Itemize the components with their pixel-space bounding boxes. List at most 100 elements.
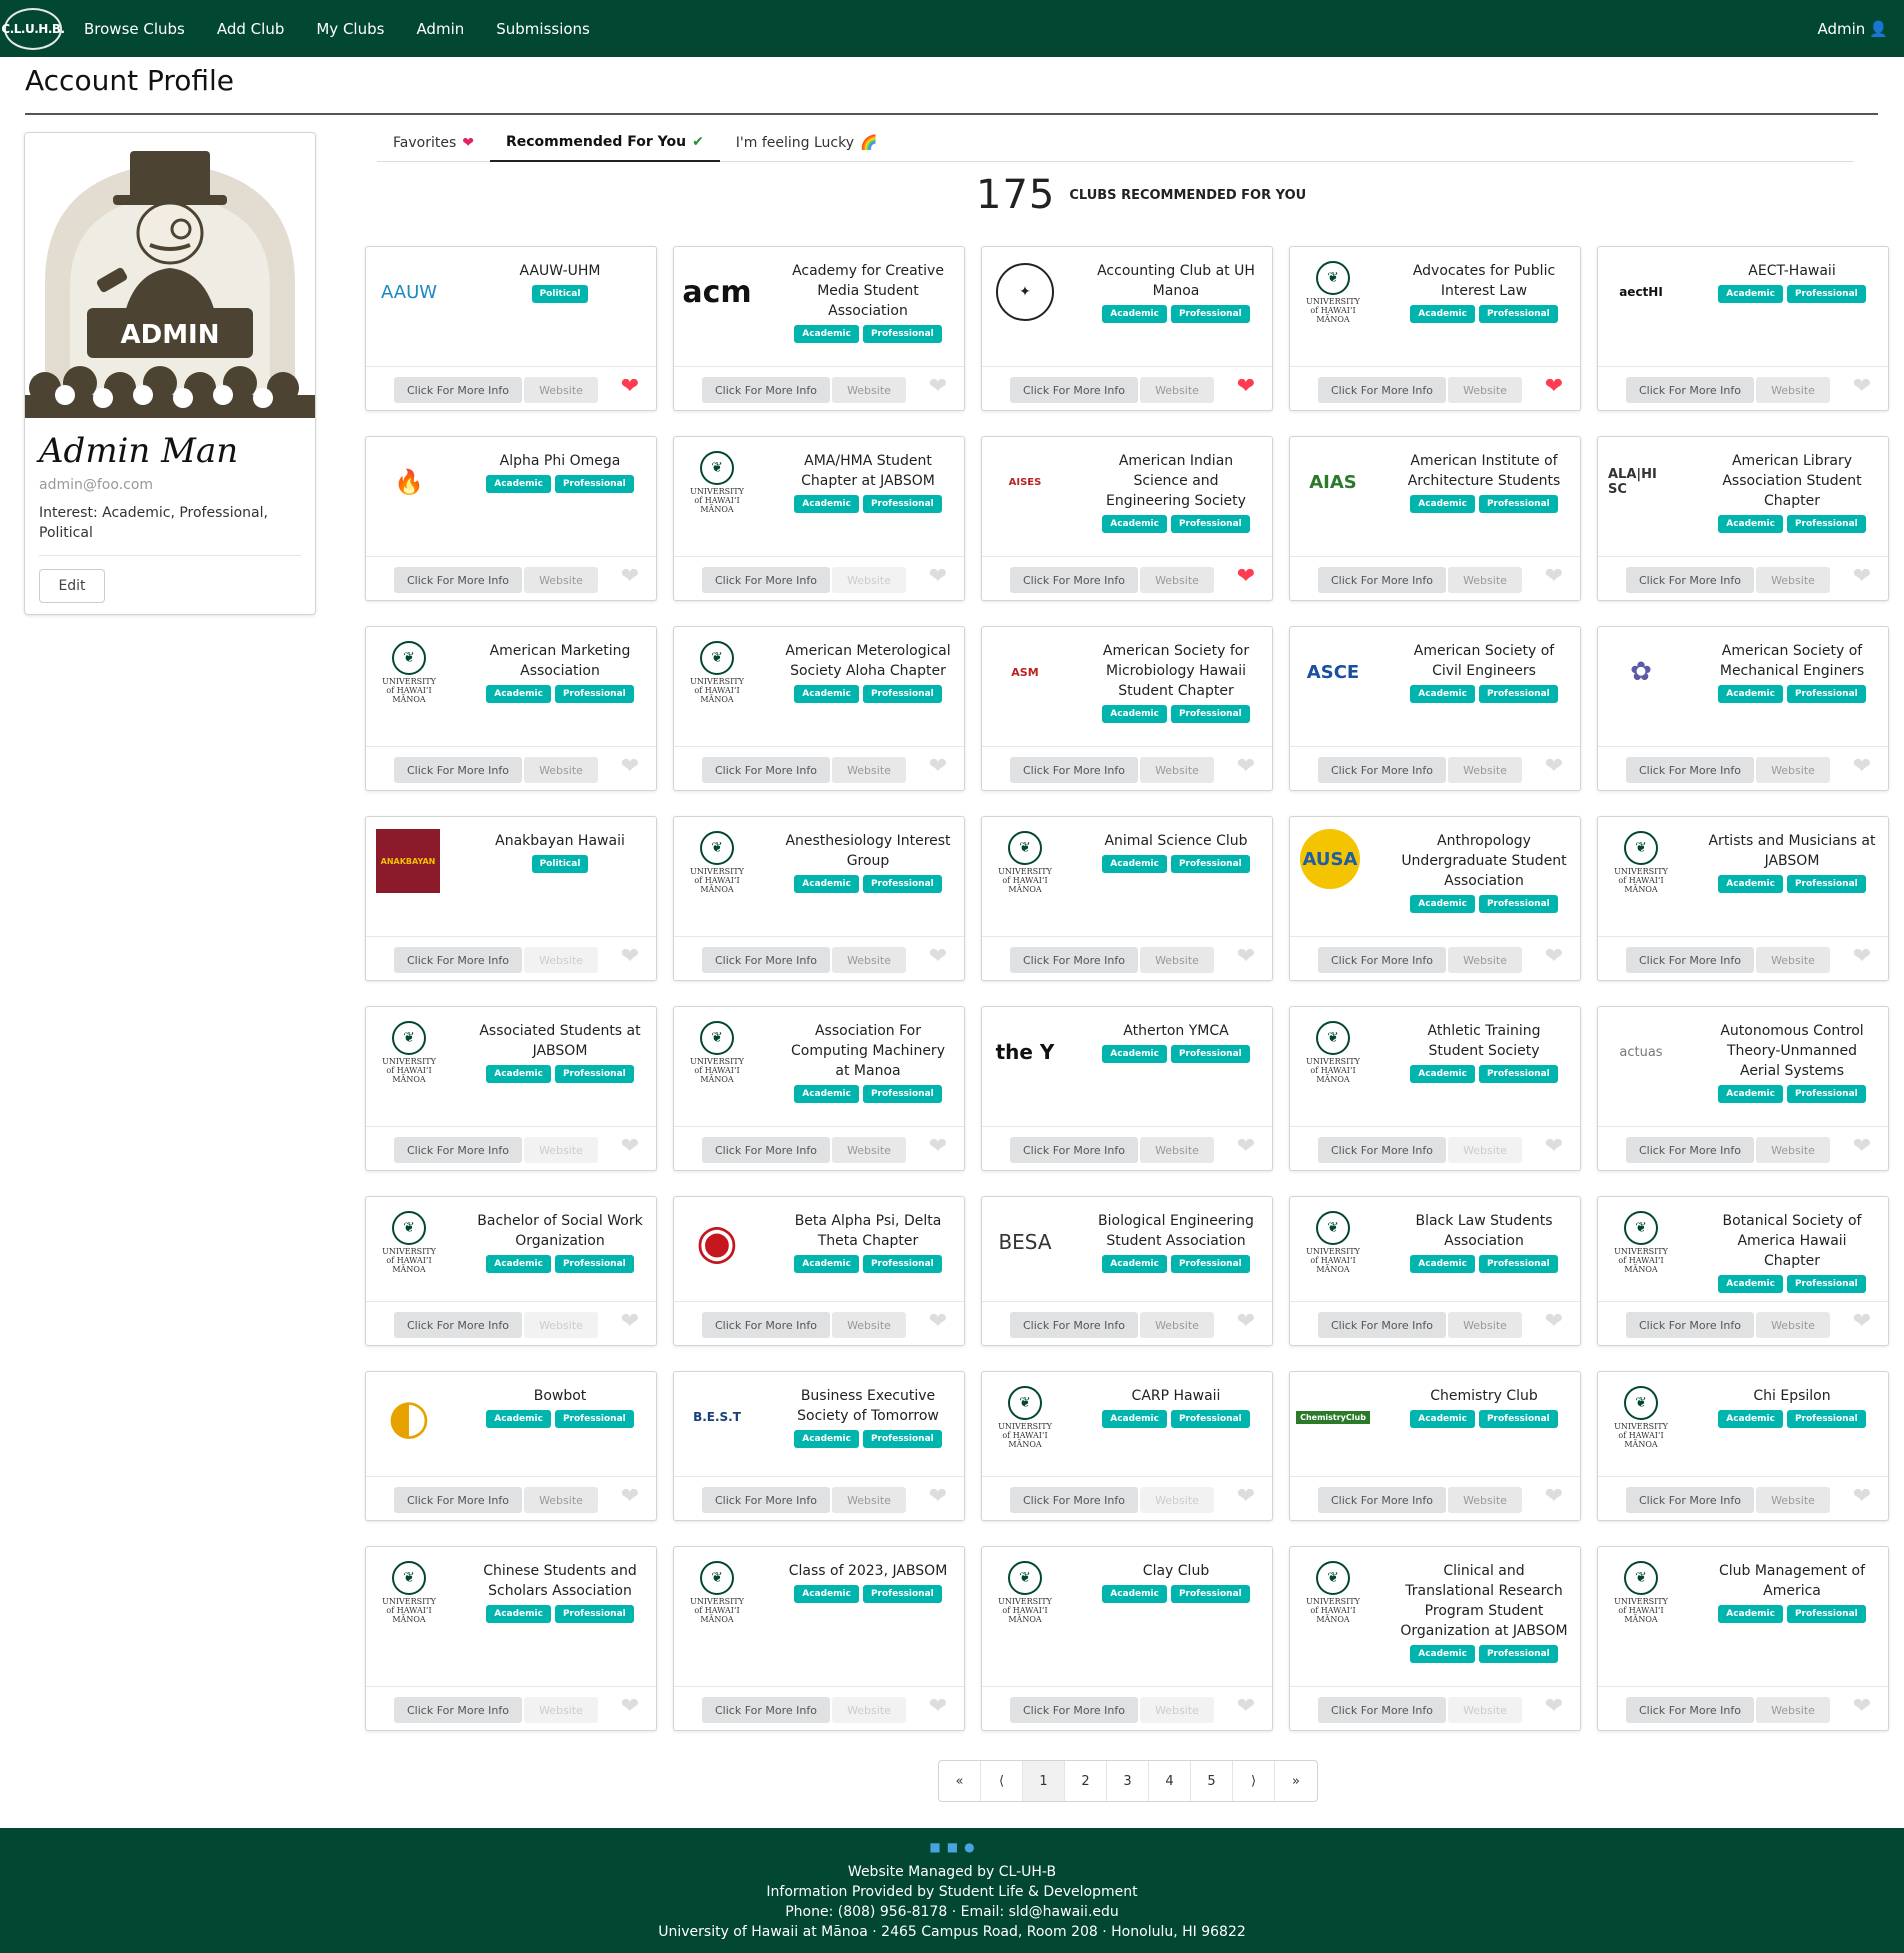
favorite-heart-icon[interactable]: ❤ [1850, 755, 1874, 779]
favorite-heart-icon[interactable]: ❤ [1850, 1310, 1874, 1334]
website-button[interactable]: Website [1756, 1312, 1830, 1338]
favorite-heart-icon[interactable]: ❤ [926, 1310, 950, 1334]
more-info-button[interactable]: Click For More Info [1318, 1312, 1446, 1338]
nav-submissions[interactable]: Submissions [480, 20, 606, 38]
more-info-button[interactable]: Click For More Info [394, 947, 522, 973]
nav-my-clubs[interactable]: My Clubs [300, 20, 400, 38]
more-info-button[interactable]: Click For More Info [1318, 567, 1446, 593]
favorite-heart-icon[interactable]: ❤ [1542, 755, 1566, 779]
website-button[interactable]: Website [524, 1137, 598, 1163]
more-info-button[interactable]: Click For More Info [1626, 567, 1754, 593]
website-button[interactable]: Website [1140, 1137, 1214, 1163]
more-info-button[interactable]: Click For More Info [702, 567, 830, 593]
website-button[interactable]: Website [1140, 757, 1214, 783]
nav-add-club[interactable]: Add Club [201, 20, 300, 38]
website-button[interactable]: Website [1448, 567, 1522, 593]
more-info-button[interactable]: Click For More Info [1010, 1312, 1138, 1338]
more-info-button[interactable]: Click For More Info [394, 1487, 522, 1513]
more-info-button[interactable]: Click For More Info [702, 757, 830, 783]
more-info-button[interactable]: Click For More Info [1010, 1137, 1138, 1163]
more-info-button[interactable]: Click For More Info [394, 1137, 522, 1163]
more-info-button[interactable]: Click For More Info [1318, 1487, 1446, 1513]
favorite-heart-icon[interactable]: ❤ [1234, 565, 1258, 589]
website-button[interactable]: Website [832, 757, 906, 783]
more-info-button[interactable]: Click For More Info [394, 377, 522, 403]
more-info-button[interactable]: Click For More Info [702, 1697, 830, 1723]
favorite-heart-icon[interactable]: ❤ [926, 565, 950, 589]
website-button[interactable]: Website [1756, 1697, 1830, 1723]
website-button[interactable]: Website [1448, 757, 1522, 783]
favorite-heart-icon[interactable]: ❤ [1850, 565, 1874, 589]
website-button[interactable]: Website [1448, 1312, 1522, 1338]
favorite-heart-icon[interactable]: ❤ [926, 1485, 950, 1509]
more-info-button[interactable]: Click For More Info [1626, 1487, 1754, 1513]
more-info-button[interactable]: Click For More Info [394, 1697, 522, 1723]
favorite-heart-icon[interactable]: ❤ [618, 1485, 642, 1509]
favorite-heart-icon[interactable]: ❤ [1542, 565, 1566, 589]
page-link[interactable]: 2 [1065, 1761, 1107, 1801]
nav-admin[interactable]: Admin [400, 20, 480, 38]
website-button[interactable]: Website [1448, 1697, 1522, 1723]
website-button[interactable]: Website [832, 1137, 906, 1163]
more-info-button[interactable]: Click For More Info [1318, 1137, 1446, 1163]
website-button[interactable]: Website [832, 947, 906, 973]
more-info-button[interactable]: Click For More Info [702, 377, 830, 403]
website-button[interactable]: Website [1756, 377, 1830, 403]
more-info-button[interactable]: Click For More Info [1010, 757, 1138, 783]
more-info-button[interactable]: Click For More Info [1318, 757, 1446, 783]
favorite-heart-icon[interactable]: ❤ [926, 1695, 950, 1719]
website-button[interactable]: Website [524, 1487, 598, 1513]
favorite-heart-icon[interactable]: ❤ [618, 755, 642, 779]
website-button[interactable]: Website [1756, 1487, 1830, 1513]
more-info-button[interactable]: Click For More Info [1626, 377, 1754, 403]
favorite-heart-icon[interactable]: ❤ [1850, 945, 1874, 969]
website-button[interactable]: Website [1756, 757, 1830, 783]
more-info-button[interactable]: Click For More Info [1010, 377, 1138, 403]
favorite-heart-icon[interactable]: ❤ [926, 755, 950, 779]
more-info-button[interactable]: Click For More Info [394, 567, 522, 593]
tab-recommended[interactable]: Recommended For You ✔ [489, 124, 720, 162]
page-link[interactable]: 3 [1107, 1761, 1149, 1801]
page-link[interactable]: 1 [1023, 1761, 1065, 1801]
tab-favorites[interactable]: Favorites ❤ [377, 124, 490, 162]
favorite-heart-icon[interactable]: ❤ [618, 565, 642, 589]
website-button[interactable]: Website [524, 377, 598, 403]
more-info-button[interactable]: Click For More Info [1010, 1487, 1138, 1513]
favorite-heart-icon[interactable]: ❤ [1542, 1485, 1566, 1509]
website-button[interactable]: Website [1756, 1137, 1830, 1163]
favorite-heart-icon[interactable]: ❤ [926, 375, 950, 399]
website-button[interactable]: Website [524, 1312, 598, 1338]
favorite-heart-icon[interactable]: ❤ [1850, 1135, 1874, 1159]
website-button[interactable]: Website [832, 567, 906, 593]
more-info-button[interactable]: Click For More Info [702, 1137, 830, 1163]
favorite-heart-icon[interactable]: ❤ [1542, 1135, 1566, 1159]
favorite-heart-icon[interactable]: ❤ [618, 1135, 642, 1159]
website-button[interactable]: Website [832, 1487, 906, 1513]
favorite-heart-icon[interactable]: ❤ [1234, 755, 1258, 779]
favorite-heart-icon[interactable]: ❤ [618, 1695, 642, 1719]
more-info-button[interactable]: Click For More Info [1626, 757, 1754, 783]
more-info-button[interactable]: Click For More Info [1626, 1137, 1754, 1163]
website-button[interactable]: Website [1140, 947, 1214, 973]
page-link[interactable]: ⟩ [1233, 1761, 1275, 1801]
more-info-button[interactable]: Click For More Info [1626, 947, 1754, 973]
favorite-heart-icon[interactable]: ❤ [1850, 1695, 1874, 1719]
favorite-heart-icon[interactable]: ❤ [1234, 1135, 1258, 1159]
website-button[interactable]: Website [1756, 567, 1830, 593]
more-info-button[interactable]: Click For More Info [1626, 1697, 1754, 1723]
website-button[interactable]: Website [1140, 1487, 1214, 1513]
more-info-button[interactable]: Click For More Info [702, 1312, 830, 1338]
more-info-button[interactable]: Click For More Info [1318, 1697, 1446, 1723]
website-button[interactable]: Website [1140, 377, 1214, 403]
favorite-heart-icon[interactable]: ❤ [1542, 1310, 1566, 1334]
club-logo[interactable]: C.L.U.H.B. [1, 8, 65, 50]
user-menu[interactable]: Admin 👤 [1818, 0, 1889, 57]
twitter-icon[interactable]: ■ [947, 1840, 958, 1854]
website-button[interactable]: Website [832, 1312, 906, 1338]
more-info-button[interactable]: Click For More Info [1318, 377, 1446, 403]
favorite-heart-icon[interactable]: ❤ [1850, 375, 1874, 399]
favorite-heart-icon[interactable]: ❤ [1542, 375, 1566, 399]
website-button[interactable]: Website [524, 947, 598, 973]
website-button[interactable]: Website [524, 1697, 598, 1723]
favorite-heart-icon[interactable]: ❤ [618, 375, 642, 399]
